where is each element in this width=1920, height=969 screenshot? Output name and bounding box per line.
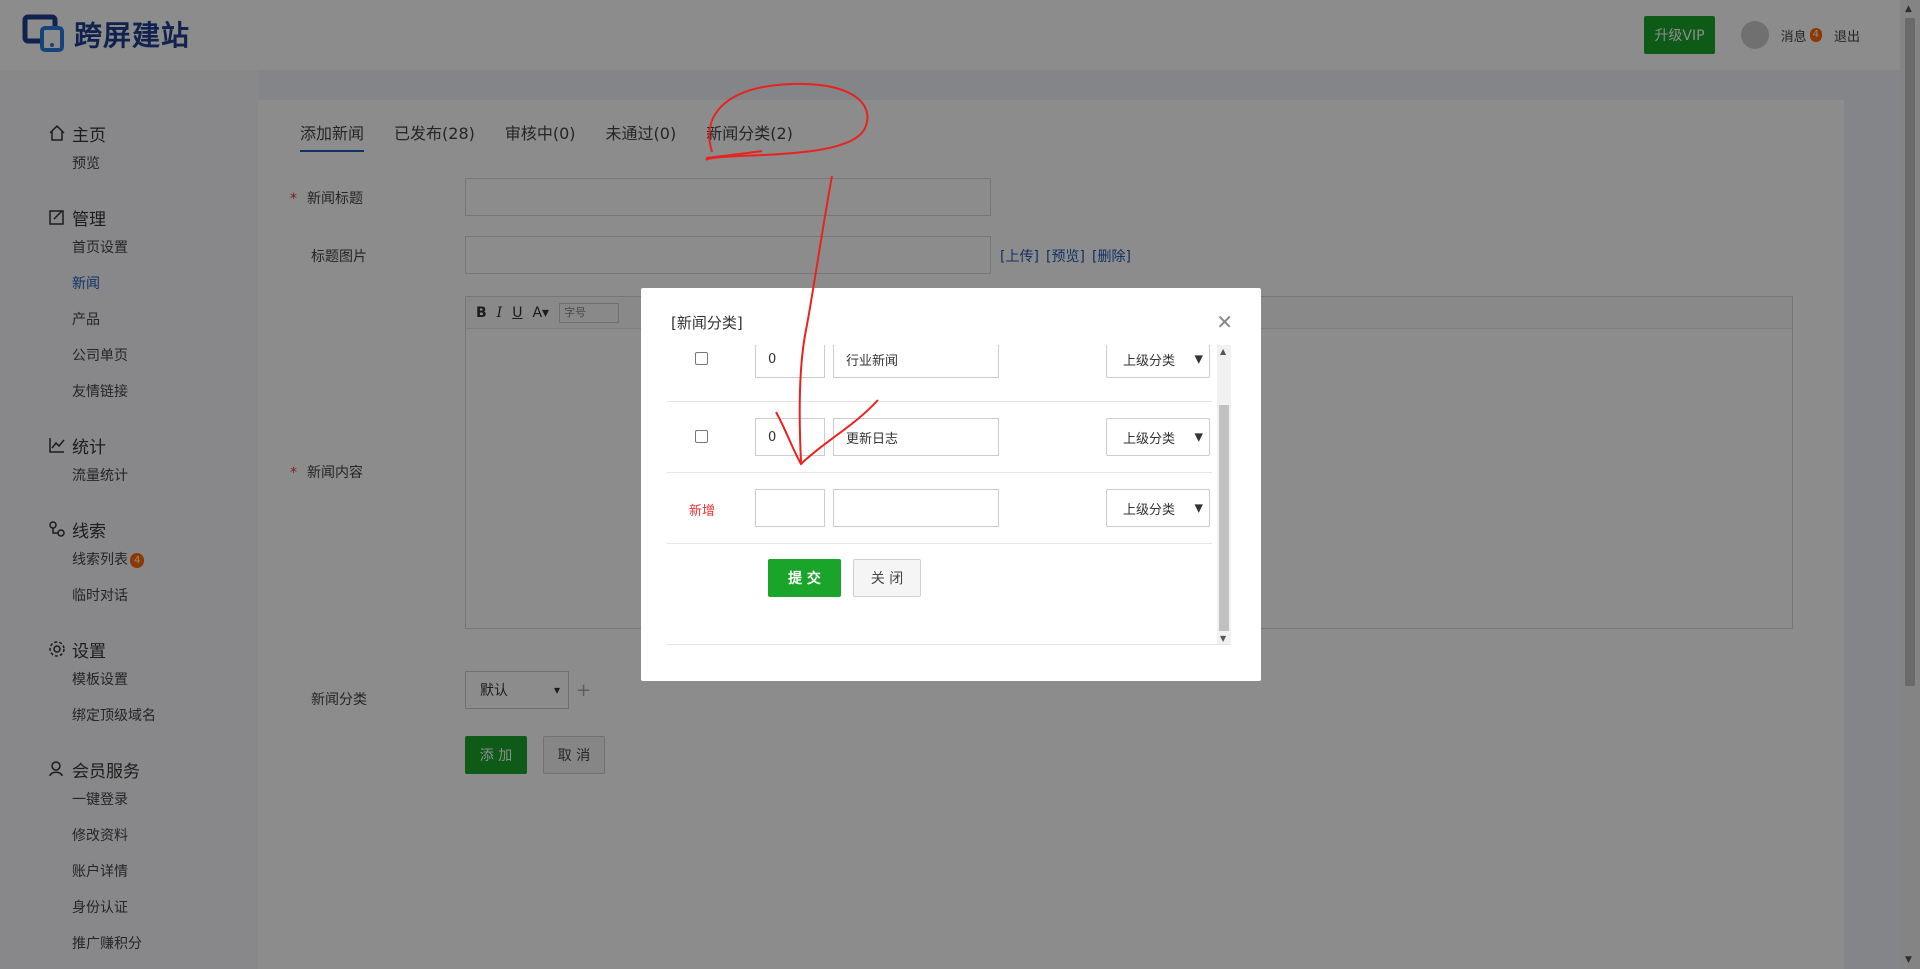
red-annotation [705, 82, 879, 466]
